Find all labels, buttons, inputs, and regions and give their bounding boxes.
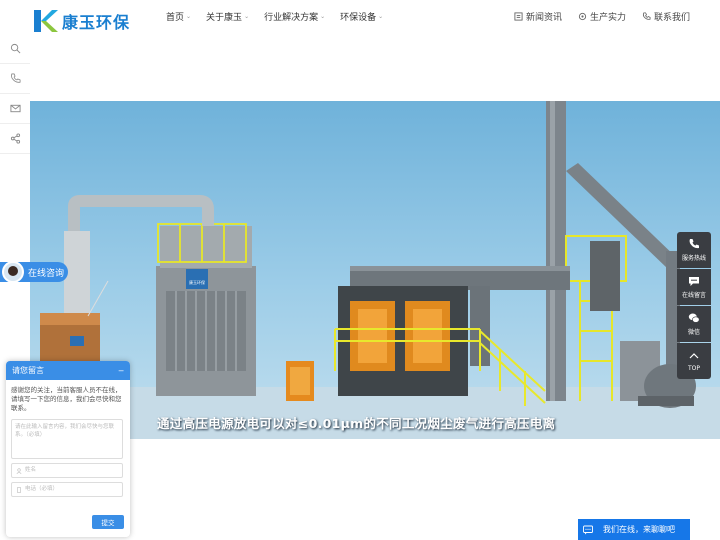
phone-icon [642,12,651,20]
online-message-label: 在线留言 [681,292,706,299]
logo-text: 康玉环保 [62,13,131,32]
factory-icon [578,12,587,21]
minimize-icon[interactable]: ‒ [118,366,124,376]
online-consult-label: 在线咨询 [28,268,65,279]
name-field-placeholder: 姓名 [25,467,37,473]
nav-item-label: 关于康玉 [206,13,243,23]
phone-field-placeholder: 电话（必填） [25,486,59,492]
avatar [2,261,24,283]
service-hotline-button[interactable]: 服务热线 [677,232,711,268]
wechat-icon [688,313,700,323]
hero-banner: 康玉环保 通过高压电源放电可以对≤0.01μm的不同工况烟尘废气进行高压电离 [30,101,720,439]
message-icon [689,277,699,286]
nav-item-solutions[interactable]: 行业解决方案 ⌄ [264,10,325,23]
nav-item-label: 环保设备 [340,13,377,23]
link-contact[interactable]: 联系我们 [642,10,690,23]
nav-item-label: 首页 [166,13,185,23]
link-contact-label: 联系我们 [653,13,690,23]
left-phone-button[interactable] [0,64,30,94]
online-message-button[interactable]: 在线留言 [677,269,711,305]
message-panel-header: 请您留言 ‒ [6,361,130,380]
user-icon [16,467,22,474]
service-hotline-label: 服务热线 [681,255,706,262]
message-panel-intro: 感谢您的关注，当前客服人员不在线，请填写一下您的信息，我们会尽快和您联系。 [11,386,122,412]
nav-item-equipment[interactable]: 环保设备 ⌄ [340,10,383,23]
chevron-down-icon: ⌄ [378,13,384,20]
phone-icon [689,239,699,249]
mail-icon [9,104,21,113]
hero-caption: 通过高压电源放电可以对≤0.01μm的不同工况烟尘废气进行高压电离 [157,416,556,431]
phone-field[interactable]: 电话（必填） [11,482,123,497]
phone-icon [10,73,20,83]
link-news[interactable]: 新闻资讯 [514,10,562,23]
name-field[interactable]: 姓名 [11,463,123,478]
main-nav: 首页 ⌄ 关于康玉 ⌄ 行业解决方案 ⌄ 环保设备 ⌄ [166,10,398,23]
site-logo[interactable]: 康玉环保 [34,10,130,32]
phone-icon [17,486,21,493]
message-textarea[interactable]: 请在此输入留言内容，我们会尽快与您联系。（必填） [11,419,123,459]
message-panel-title: 请您留言 [12,366,44,375]
chevron-down-icon: ⌄ [320,13,326,20]
nav-item-about[interactable]: 关于康玉 ⌄ [206,10,249,23]
news-icon [514,12,523,21]
left-share-button[interactable] [0,124,30,154]
logo-mark-icon [34,10,58,32]
link-news-label: 新闻资讯 [525,13,562,23]
industrial-equipment-illustration: 康玉环保 [30,101,720,439]
nav-item-label: 行业解决方案 [264,13,319,23]
wechat-label: 微信 [687,329,700,336]
submit-button[interactable]: 提交 [92,515,124,529]
link-production-label: 生产实力 [589,13,626,23]
chat-bar[interactable]: 我们在线，来聊聊吧 [578,519,690,540]
search-icon [10,43,20,54]
equipment-label: 康玉环保 [189,279,205,285]
chat-bar-label: 我们在线，来聊聊吧 [603,525,675,534]
left-search-button[interactable] [0,34,30,64]
share-icon [10,133,20,144]
left-mail-button[interactable] [0,94,30,124]
nav-item-home[interactable]: 首页 ⌄ [166,10,191,23]
right-float-bar: 服务热线 在线留言 微信 TOP [677,232,711,380]
wechat-button[interactable]: 微信 [677,306,711,342]
message-panel-body: 感谢您的关注，当前客服人员不在线，请填写一下您的信息，我们会尽快和您联系。 请在… [6,380,130,503]
left-float-bar [0,34,30,154]
chat-icon [583,525,593,534]
back-to-top-button[interactable]: TOP [677,343,711,379]
back-to-top-label: TOP [687,365,700,372]
link-production[interactable]: 生产实力 [578,10,626,23]
site-header: 康玉环保 首页 ⌄ 关于康玉 ⌄ 行业解决方案 ⌄ 环保设备 ⌄ 新闻资讯 生产实力 联… [0,0,720,32]
header-right-links: 新闻资讯 生产实力 联系我们 [498,10,690,23]
arrow-up-icon [689,353,699,359]
chevron-down-icon: ⌄ [186,13,192,20]
online-consult-button[interactable]: 在线咨询 [0,261,68,283]
chevron-down-icon: ⌄ [244,13,250,20]
leave-message-panel: 请您留言 ‒ 感谢您的关注，当前客服人员不在线，请填写一下您的信息，我们会尽快和… [6,361,130,537]
